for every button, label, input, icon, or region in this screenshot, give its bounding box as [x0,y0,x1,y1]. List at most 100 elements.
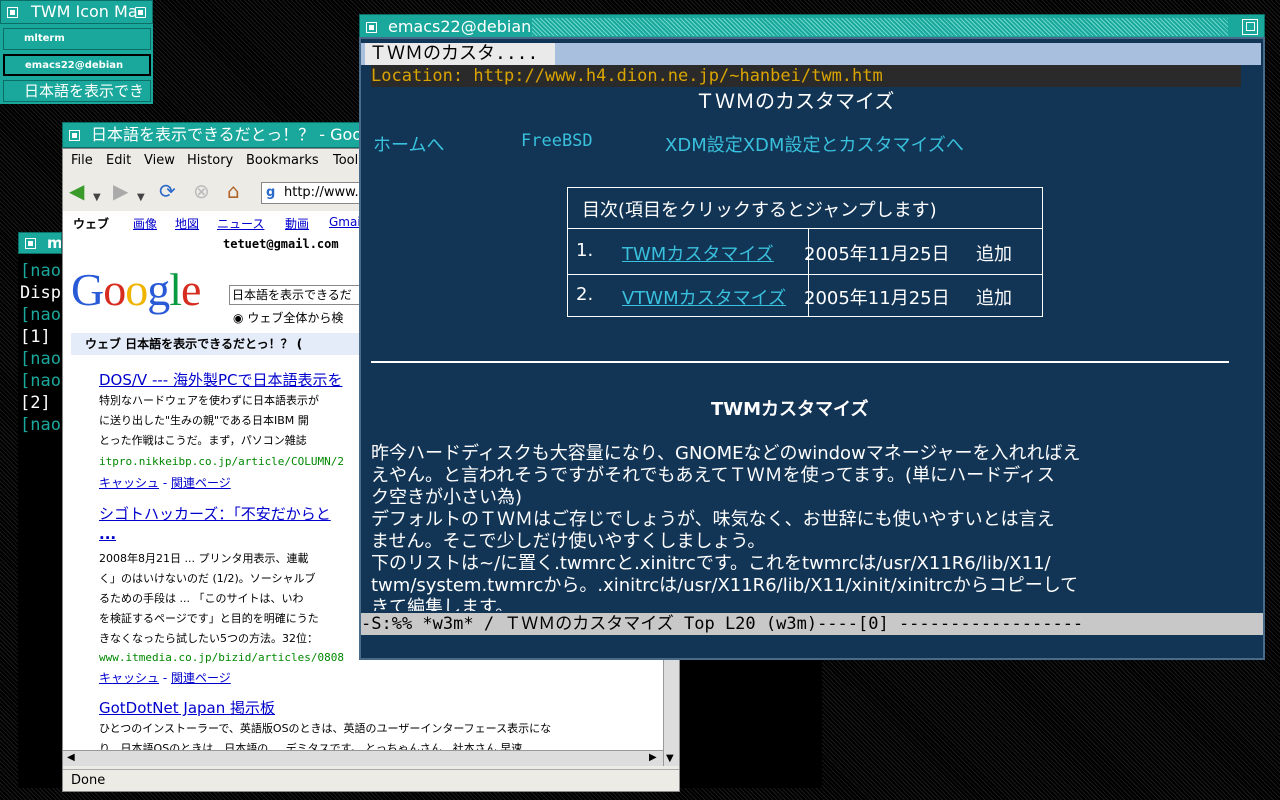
iconify-icon[interactable] [25,238,36,249]
titlebar-hatch [532,18,1228,36]
terminal-line: [1] [20,327,51,347]
tab-maps[interactable]: 地図 [175,215,199,232]
result-snippet: るための手段は ... 「このサイトは、いわ [99,592,304,605]
toc-date: 2005年11月25日 [804,244,950,265]
toc-date: 2005年11月25日 [804,288,950,309]
tab-images[interactable]: 画像 [133,215,157,232]
scroll-left-icon[interactable]: ◀ [67,752,75,763]
iconify-icon[interactable] [7,7,18,18]
result-snippet: きなくなったら試したい5つの方法。32位： [99,632,318,645]
terminal-title: m [47,234,62,252]
result-links: キャッシュ - 関連ページ [99,476,231,490]
terminal-line: [nao [20,371,61,391]
result-snippet: 特別なハードウェアを使わずに日本語表示が [99,394,319,407]
resize-icon[interactable] [135,7,146,18]
result-title[interactable]: DOS/V --- 海外製PCで日本語表示を [99,369,343,390]
terminal-line: [nao [20,349,61,369]
icon-manager-titlebar[interactable]: TWM Icon Ma [0,0,153,24]
firefox-titlebar[interactable]: 日本語を表示できるだとっ！？ - Goo [62,122,362,148]
emacs-window[interactable]: ＴＷＭのカスタ.... Location: http://www.h4.dion… [359,37,1265,660]
stop-icon[interactable]: ⊗ [193,180,210,202]
radio-label: ウェブ全体から検 [247,311,344,325]
result-url: itpro.nikkeibp.co.jp/article/COLUMN/2 [99,455,345,468]
terminal-titlebar[interactable]: m [18,232,62,254]
menu-file[interactable]: File [71,153,93,168]
toc-num: 1. [576,240,594,261]
toc-table: 目次(項目をクリックするとジャンプします) 1. TWMカスタマイズ 2005年… [567,187,1043,317]
result-snippet: ひとつのインストーラーで、英語版OSのときは、英語のユーザーインターフェース表示… [99,722,552,735]
horizontal-rule [371,361,1229,363]
toc-num: 2. [576,284,594,305]
search-scope: ◉ ウェブ全体から検 [233,309,343,326]
terminal-line: [nao [20,305,61,325]
toc-action: 追加 [976,244,1012,265]
back-icon[interactable]: ◀ [69,180,84,202]
icon-manager-item-mlterm[interactable]: mlterm [3,28,151,50]
terminal-line: [nao [20,261,61,281]
home-icon[interactable]: ⌂ [227,180,240,202]
scroll-down-icon[interactable]: ▼ [666,753,674,764]
table-divider [808,229,809,317]
nav-link-home[interactable]: ホームへ [373,131,444,157]
tab-gmail[interactable]: Gmai [329,215,361,229]
table-divider [568,228,1042,229]
toc-link[interactable]: VTWMカスタマイズ [622,284,786,310]
emacs-title: emacs22@debian [388,17,532,36]
body-line: きて編集します。 [371,597,514,611]
icon-manager-item-firefox[interactable]: 日本語を表示でき [3,80,151,102]
w3m-tab-bar: ＴＷＭのカスタ.... [361,43,1261,65]
menu-edit[interactable]: Edit [106,153,131,168]
page-heading: ＴＷＭのカスタマイズ [695,89,895,113]
w3m-tab[interactable]: ＴＷＭのカスタ.... [365,43,555,65]
tab-web[interactable]: ウェブ [73,215,109,232]
forward-dropdown-icon[interactable]: ▼ [137,187,145,209]
icon-manager-title: TWM Icon Ma [31,2,138,21]
related-link[interactable]: 関連ページ [171,476,231,490]
cache-link[interactable]: キャッシュ [99,476,159,490]
table-divider [568,274,1042,275]
reload-icon[interactable]: ⟳ [159,180,176,202]
cache-link[interactable]: キャッシュ [99,671,159,685]
result-snippet: とった作戦はこうだ。まず，パソコン雑誌 [99,434,307,447]
result-snippet: 2008年8月21日 ... プリンタ用表示、連載 [99,552,309,565]
terminal-line: [nao [20,415,61,435]
resize-icon[interactable] [1242,19,1258,35]
result-title[interactable]: シゴトハッカーズ：「不安だからと [99,503,331,524]
radio-icon[interactable]: ◉ [233,311,243,325]
related-link[interactable]: 関連ページ [171,671,231,685]
iconify-icon[interactable] [69,130,80,141]
tab-news[interactable]: ニュース [217,215,264,232]
menu-history[interactable]: History [187,153,233,168]
result-links: キャッシュ - 関連ページ [99,671,231,685]
result-snippet: を検証するページです」と目的を明確にうた [99,612,319,625]
status-bar: Done [63,769,679,791]
mode-line: -S:%% *w3m* / ＴＷＭのカスタマイズ Top L20 (w3m)--… [361,613,1263,635]
account-email[interactable]: tetuet@gmail.com [223,237,339,251]
result-title-continued[interactable]: ... [99,525,116,543]
back-dropdown-icon[interactable]: ▼ [93,187,101,209]
horizontal-scrollbar[interactable]: ◀ ▶ [63,750,663,766]
section-title: TWMカスタマイズ [711,399,869,420]
menu-view[interactable]: View [144,153,175,168]
result-url: www.itmedia.co.jp/bizid/articles/0808 [99,651,345,664]
url-text: http://www.g [284,185,367,200]
icon-manager-item-emacs[interactable]: emacs22@debian [3,54,151,76]
icon-manager: TWM Icon Ma mlterm emacs22@debian 日本語を表示… [0,0,153,104]
google-favicon-icon: g [266,185,276,200]
google-logo[interactable]: Google [71,263,201,316]
toc-action: 追加 [976,288,1012,309]
result-title[interactable]: GotDotNet Japan 掲示板 [99,697,275,718]
iconify-icon[interactable] [366,22,377,33]
menu-bookmarks[interactable]: Bookmarks [246,153,319,168]
nav-link-freebsd[interactable]: FreeBSD [521,131,593,151]
toc-link[interactable]: TWMカスタマイズ [622,240,774,266]
terminal-line: Disp [20,283,61,303]
forward-icon[interactable]: ▶ [113,180,128,202]
scroll-right-icon[interactable]: ▶ [649,752,657,763]
nav-link-xdm[interactable]: XDM設定XDM設定とカスタマイズへ [665,131,964,157]
menu-tools[interactable]: Tool [333,153,358,168]
firefox-title: 日本語を表示できるだとっ！？ - Goo [91,125,362,144]
terminal-line: [2] [20,393,51,413]
location-line: Location: http://www.h4.dion.ne.jp/~hanb… [371,65,1241,87]
tab-video[interactable]: 動画 [285,215,309,232]
